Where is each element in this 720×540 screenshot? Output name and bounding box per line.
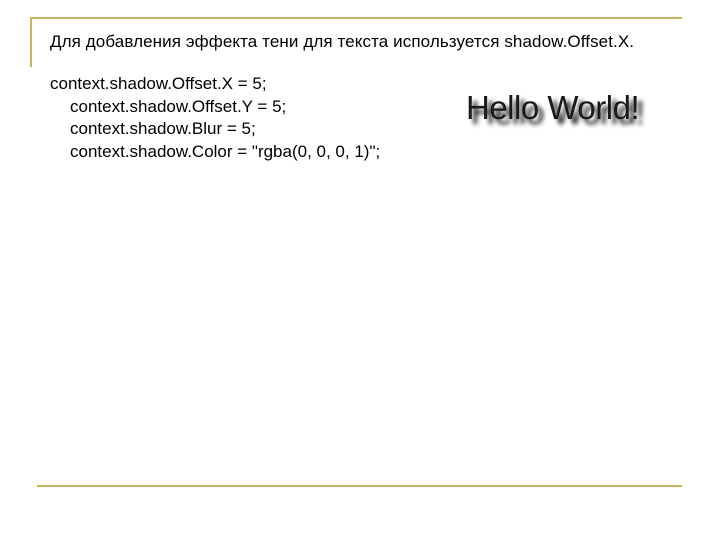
code-line: context.shadow.Offset.Y = 5; — [70, 96, 287, 116]
code-block: context.shadow.Offset.X = 5; context.sha… — [50, 73, 380, 163]
code-line: context.shadow.Color = "rgba(0, 0, 0, 1)… — [70, 141, 381, 161]
code-line: context.shadow.Blur = 5; — [70, 119, 256, 138]
slide-title: Для добавления эффекта тени для текста и… — [50, 32, 635, 51]
shadow-demo-text: Hello World! — [466, 89, 640, 126]
code-line: context.shadow.Offset.X = 5; — [50, 74, 267, 93]
frame-top-line — [30, 17, 682, 19]
frame-left-line — [30, 17, 32, 67]
frame-bottom-line — [37, 485, 682, 487]
